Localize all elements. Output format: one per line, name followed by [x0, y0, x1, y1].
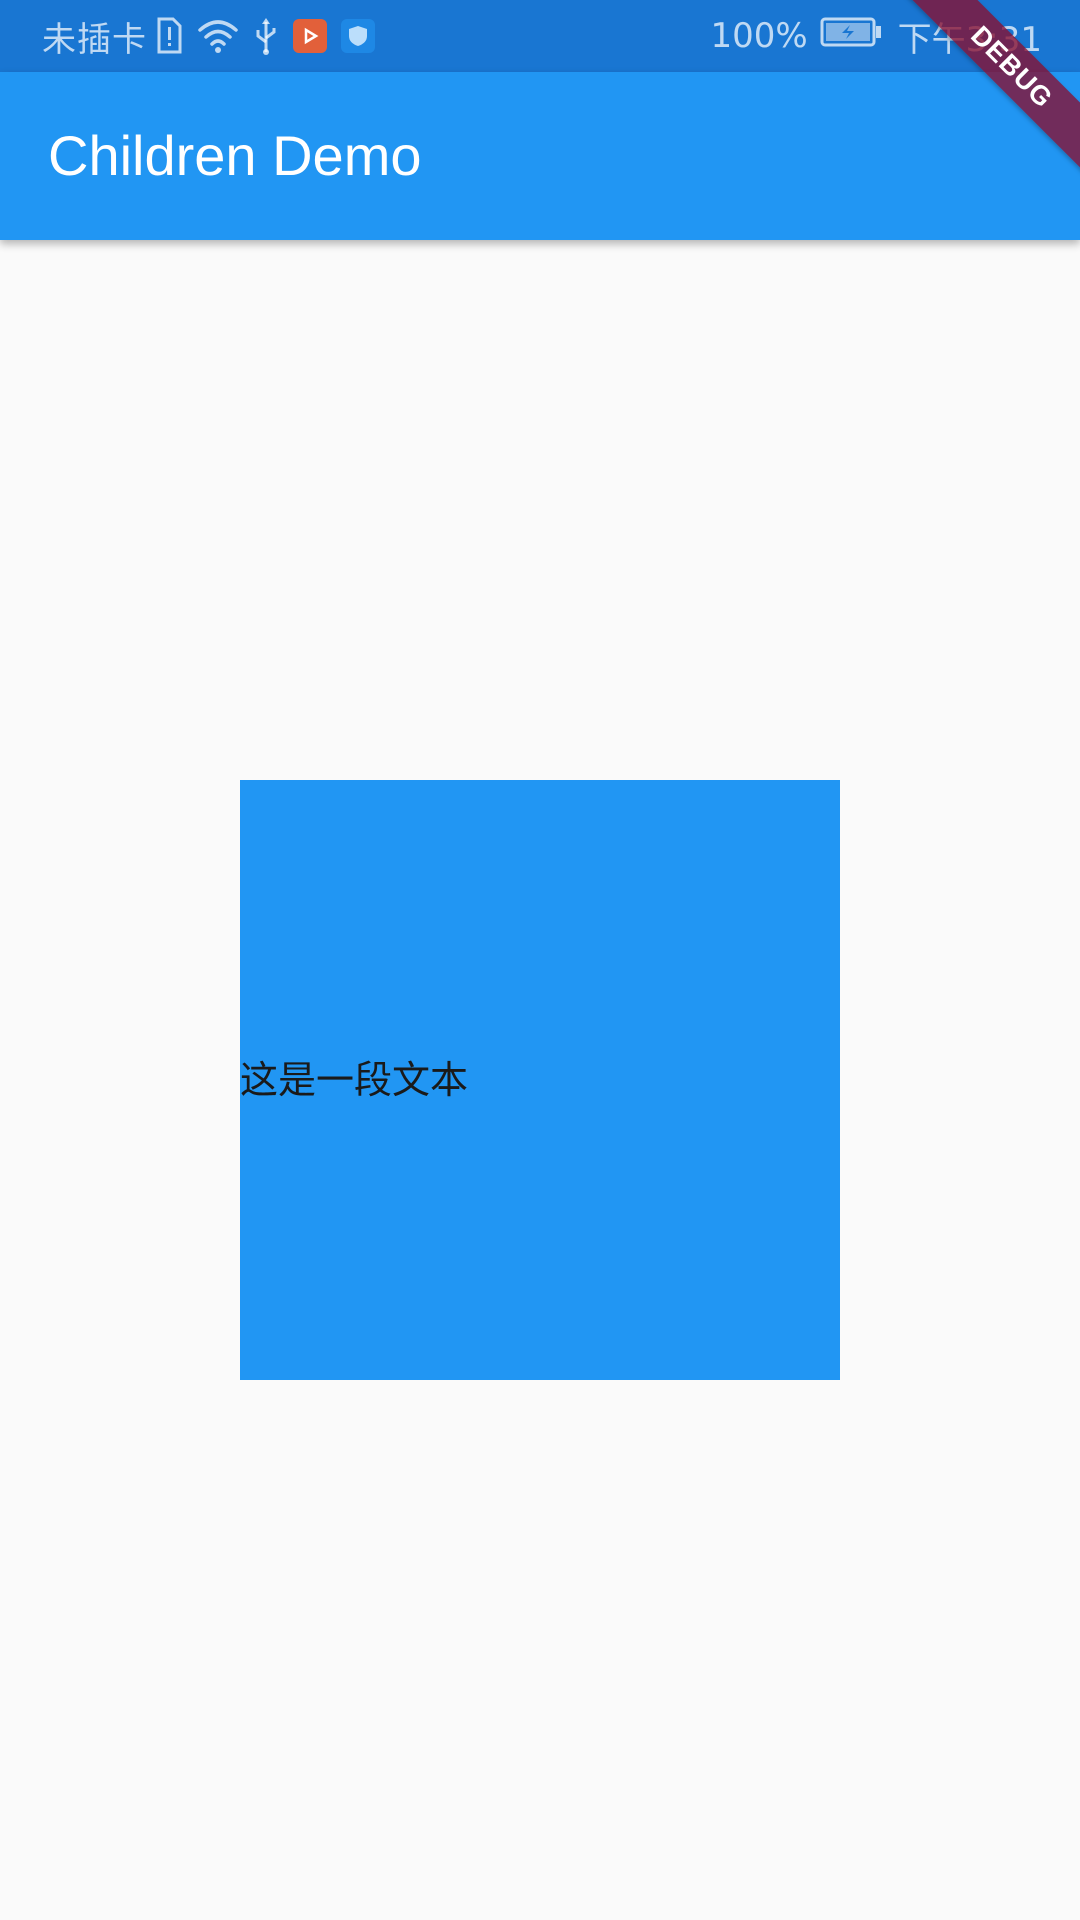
status-bar: 未插卡 100% 下午3:31: [0, 0, 1080, 72]
blue-container: 这是一段文本: [240, 780, 840, 1380]
shield-app-icon: [341, 19, 375, 53]
video-app-icon: [293, 19, 327, 53]
battery-percent: 100%: [710, 16, 808, 56]
sim-alert-icon: [155, 16, 183, 56]
status-left: 未插卡: [42, 0, 389, 72]
screen: 未插卡 100% 下午3:31 Children Demo DEBUG 这是一段…: [0, 0, 1080, 1920]
status-right: 100% 下午3:31: [710, 0, 1042, 72]
usb-icon: [253, 16, 279, 56]
status-time: 下午3:31: [897, 19, 1042, 60]
app-bar: Children Demo: [0, 72, 1080, 240]
app-title: Children Demo: [48, 124, 422, 187]
wifi-icon: [197, 16, 239, 56]
battery-charging-icon: [820, 16, 882, 56]
box-text: 这是一段文本: [240, 1058, 469, 1102]
carrier-label: 未插卡: [42, 19, 147, 60]
